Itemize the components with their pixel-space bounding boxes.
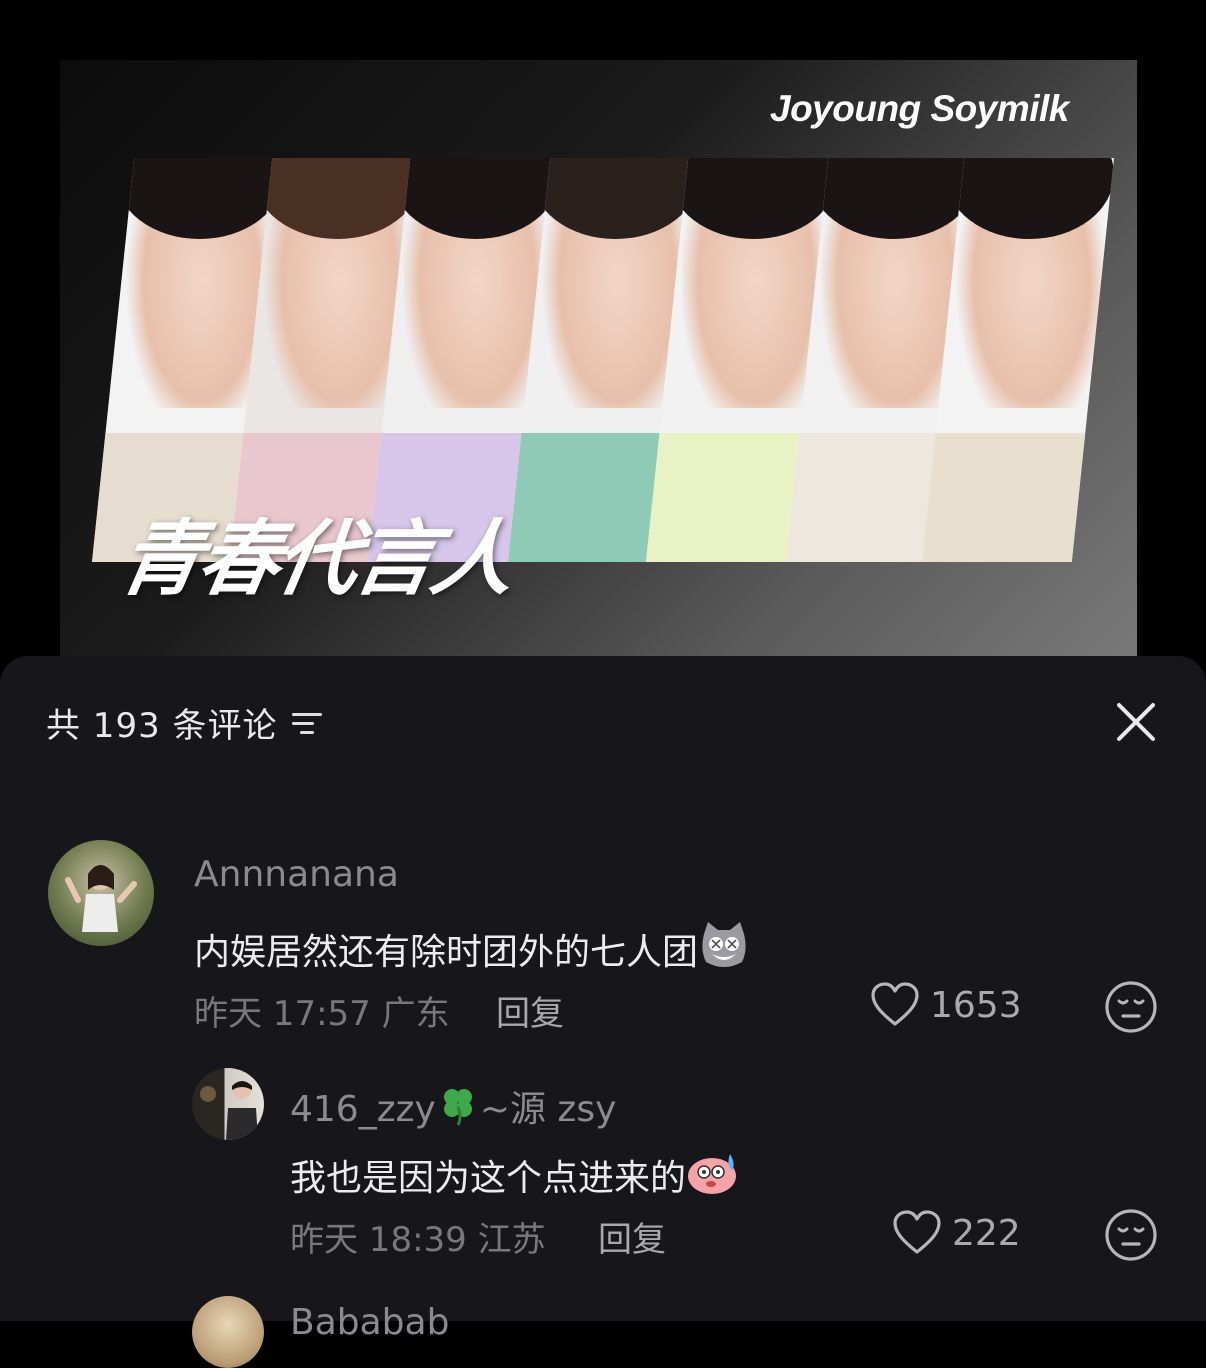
reply-username[interactable]: 416_zzy ~源 zsy	[290, 1080, 616, 1136]
reply-username-suffix: ~源 zsy	[479, 1089, 617, 1130]
sort-lines-icon[interactable]	[291, 709, 326, 737]
reply-username[interactable]: Bababab	[290, 1302, 449, 1343]
comments-header: 共 193 条评论	[46, 698, 326, 747]
comment-count: 共 193 条评论	[46, 706, 278, 746]
four-leaf-clover-emoji	[436, 1083, 480, 1136]
like-button[interactable]: 1653	[870, 982, 1022, 1028]
comment-text-body: 内娱居然还有除时团外的七人团	[194, 932, 699, 973]
cat-dizzy-emoji	[698, 920, 750, 979]
reply-button[interactable]: 回复	[496, 986, 564, 1035]
like-count: 1653	[930, 984, 1022, 1026]
reply-meta: 昨天 18:39 江苏	[290, 1212, 546, 1261]
sweat-bear-emoji	[686, 1146, 742, 1205]
heart-icon	[871, 982, 919, 1026]
heart-icon	[893, 1210, 941, 1254]
reply-text-body: 我也是因为这个点进来的	[290, 1158, 687, 1199]
comment-location: 广东	[381, 994, 450, 1034]
dislike-face-icon[interactable]	[1104, 980, 1158, 1038]
banner-slogan: 青春代言人	[112, 512, 519, 607]
comment-meta: 昨天 17:57 广东	[194, 986, 450, 1035]
reply-text: 我也是因为这个点进来的	[290, 1146, 742, 1205]
comment-time: 昨天 17:57	[194, 994, 371, 1034]
avatar[interactable]	[48, 840, 154, 946]
comment-text: 内娱居然还有除时团外的七人团	[194, 920, 750, 979]
reply-location: 江苏	[477, 1220, 546, 1260]
dislike-face-icon[interactable]	[1104, 1208, 1158, 1266]
reply-button[interactable]: 回复	[598, 1212, 666, 1261]
like-button[interactable]: 222	[892, 1210, 1021, 1256]
brand-logo: Joyoung Soymilk	[770, 88, 1069, 129]
reply-username-prefix: 416_zzy	[290, 1089, 436, 1130]
avatar[interactable]	[192, 1068, 264, 1140]
like-count: 222	[952, 1212, 1021, 1254]
promo-banner[interactable]: Joyoung Soymilk 青春代言人	[0, 0, 1206, 670]
comments-panel: 共 193 条评论 Annnanana 内娱居然还有除时团外的七人团 昨天 17…	[0, 656, 1206, 1368]
close-icon[interactable]	[1114, 700, 1158, 744]
comment-username[interactable]: Annnanana	[194, 854, 399, 895]
avatar[interactable]	[192, 1296, 264, 1368]
reply-time: 昨天 18:39	[290, 1220, 467, 1260]
